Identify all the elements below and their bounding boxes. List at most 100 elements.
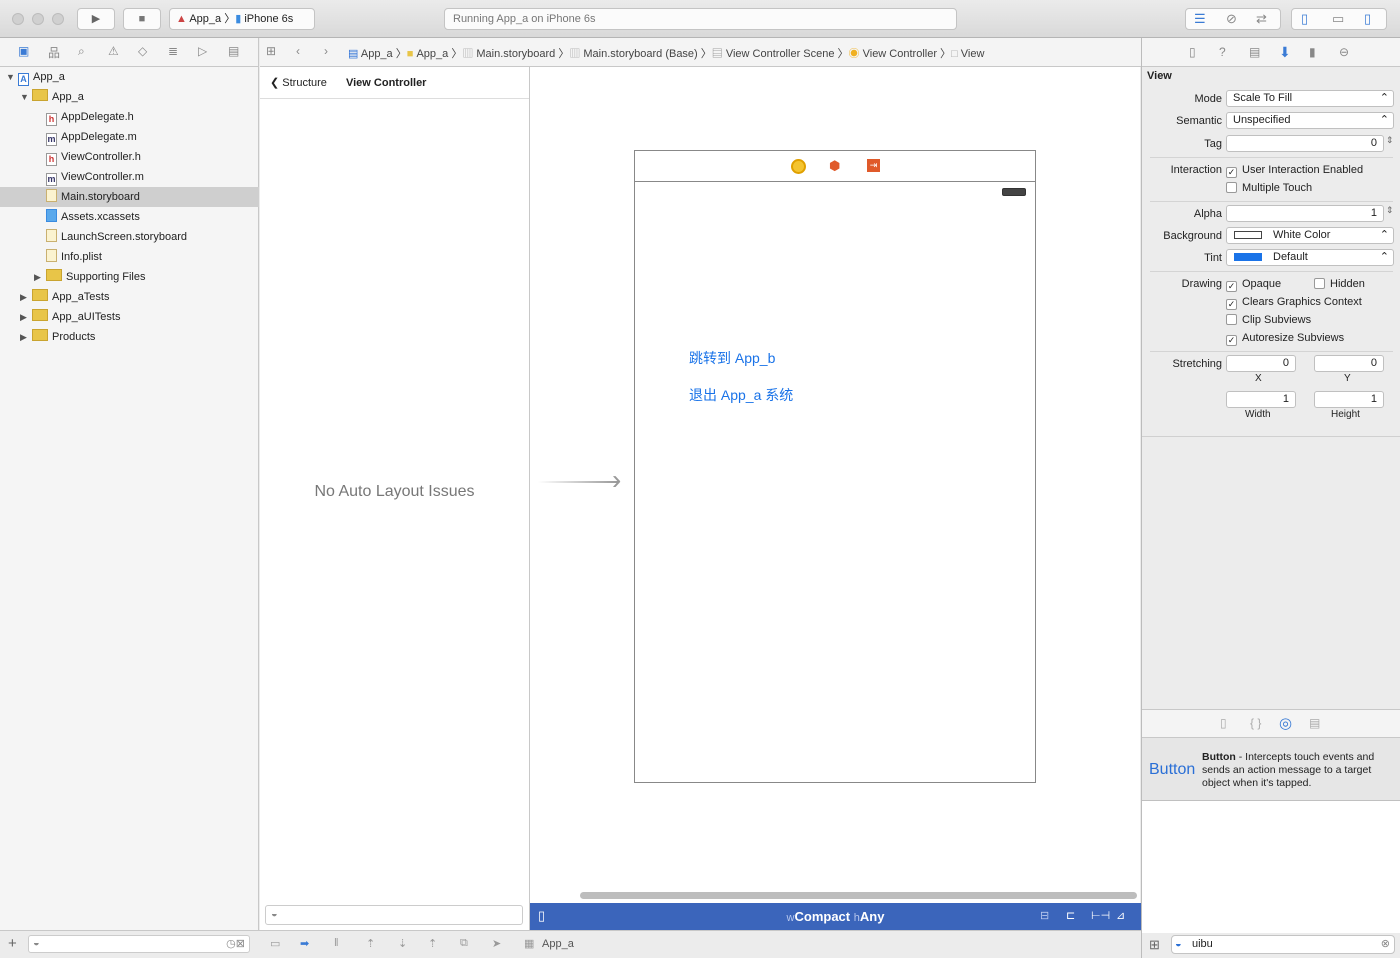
grid-view-icon[interactable]: ⊞ bbox=[1149, 937, 1160, 953]
exit-app-a-button[interactable]: 退出 App_a 系统 bbox=[689, 385, 793, 405]
stretch-x-field[interactable]: 0 bbox=[1226, 355, 1296, 372]
test-navigator-icon[interactable]: ◇ bbox=[138, 44, 147, 58]
project-navigator-icon[interactable]: ▣ bbox=[18, 44, 29, 58]
related-items-icon[interactable]: ⊞ bbox=[266, 44, 276, 58]
file-inspector-icon[interactable]: ▯ bbox=[1189, 45, 1196, 59]
code-snippet-icon[interactable]: { } bbox=[1250, 716, 1261, 730]
navigator-item[interactable]: ▶ Supporting Files bbox=[0, 267, 259, 287]
breakpoints-icon[interactable]: ➡ bbox=[300, 937, 309, 950]
crumb[interactable]: App_a bbox=[416, 48, 448, 60]
identity-inspector-icon[interactable]: ▤ bbox=[1249, 45, 1260, 59]
disclosure-closed-icon[interactable]: ▶ bbox=[34, 267, 46, 287]
disclosure-open-icon[interactable]: ▼ bbox=[6, 67, 18, 87]
tag-stepper[interactable]: ⇕ bbox=[1386, 135, 1394, 146]
quick-help-icon[interactable]: ? bbox=[1219, 45, 1226, 59]
editor-mode-group[interactable]: ☰ ⊘ ⇄ bbox=[1185, 8, 1281, 30]
first-responder-icon[interactable]: ⬢ bbox=[829, 158, 840, 174]
debug-area-toggle-icon[interactable]: ▭ bbox=[270, 937, 280, 950]
issue-navigator-icon[interactable]: ⚠ bbox=[108, 44, 119, 58]
align-icon[interactable]: ⊏ bbox=[1066, 909, 1075, 922]
tint-select[interactable]: Default ⌃ bbox=[1226, 249, 1394, 266]
stretch-height-field[interactable]: 1 bbox=[1314, 391, 1384, 408]
navigator-item[interactable]: Info.plist bbox=[0, 247, 259, 267]
panel-toggle-group[interactable]: ▯ ▭ ▯ bbox=[1291, 8, 1387, 30]
stack-icon[interactable]: ⊟ bbox=[1040, 909, 1049, 922]
navigator-item[interactable]: h ViewController.h bbox=[0, 147, 259, 167]
step-in-icon[interactable]: ⇣ bbox=[398, 937, 407, 950]
close-button[interactable] bbox=[12, 13, 24, 25]
navigator-item[interactable]: m AppDelegate.m bbox=[0, 127, 259, 147]
navigator-item[interactable]: ▶ Products bbox=[0, 327, 259, 347]
multiple-touch-checkbox[interactable]: Multiple Touch bbox=[1226, 182, 1312, 194]
library-item-button[interactable]: Button Button - Intercepts touch events … bbox=[1142, 738, 1400, 801]
attributes-inspector-icon[interactable]: ⬇ bbox=[1279, 44, 1291, 61]
back-icon[interactable]: ‹ bbox=[296, 44, 300, 58]
size-inspector-icon[interactable]: ▮ bbox=[1309, 45, 1316, 59]
media-library-icon[interactable]: ▤ bbox=[1309, 716, 1320, 730]
navigator-item[interactable]: LaunchScreen.storyboard bbox=[0, 227, 259, 247]
stretch-width-field[interactable]: 1 bbox=[1226, 391, 1296, 408]
debug-navigator-icon[interactable]: ≣ bbox=[168, 44, 178, 58]
minimize-button[interactable] bbox=[32, 13, 44, 25]
connections-inspector-icon[interactable]: ⊖ bbox=[1339, 45, 1349, 59]
navigator-item[interactable]: ▶ App_aUITests bbox=[0, 307, 259, 327]
view-debugger-icon[interactable]: ⧉ bbox=[460, 937, 468, 950]
clears-context-checkbox[interactable]: ✓ Clears Graphics Context bbox=[1226, 296, 1362, 310]
crumb[interactable]: Main.storyboard (Base) bbox=[583, 48, 697, 60]
navigator-item[interactable]: m ViewController.m bbox=[0, 167, 259, 187]
location-icon[interactable]: ➤ bbox=[492, 937, 501, 950]
resolve-issues-icon[interactable]: ⊿ bbox=[1116, 909, 1125, 922]
alpha-stepper[interactable]: ⇕ bbox=[1386, 205, 1394, 216]
crumb[interactable]: View Controller Scene bbox=[726, 48, 835, 60]
forward-icon[interactable]: › bbox=[324, 44, 328, 58]
tag-field[interactable]: 0 bbox=[1226, 135, 1384, 152]
run-button[interactable]: ▶ bbox=[77, 8, 115, 30]
stop-button[interactable]: ■ bbox=[123, 8, 161, 30]
view-controller-scene[interactable]: ⬢ ⇥ 跳转到 App_b 退出 App_a 系统 bbox=[634, 150, 1036, 783]
file-template-icon[interactable]: ▯ bbox=[1220, 716, 1227, 730]
breakpoint-navigator-icon[interactable]: ▷ bbox=[198, 44, 207, 58]
autoresize-checkbox[interactable]: ✓ Autoresize Subviews bbox=[1226, 332, 1344, 346]
view-controller-icon[interactable] bbox=[791, 159, 806, 174]
exit-icon[interactable]: ⇥ bbox=[867, 159, 880, 172]
background-select[interactable]: White Color ⌃ bbox=[1226, 227, 1394, 244]
library-search-input[interactable]: ◒ uibu ⊗ bbox=[1171, 935, 1395, 954]
clear-search-icon[interactable]: ⊗ bbox=[1381, 936, 1390, 953]
outline-filter-input[interactable]: ◒ bbox=[265, 905, 523, 925]
semantic-select[interactable]: Unspecified ⌃ bbox=[1226, 112, 1394, 129]
step-over-icon[interactable]: ⇡ bbox=[366, 937, 375, 950]
crumb[interactable]: App_a bbox=[361, 48, 393, 60]
symbol-navigator-icon[interactable]: 品 bbox=[48, 44, 60, 61]
pause-icon[interactable]: ‖ bbox=[334, 937, 339, 949]
alpha-field[interactable]: 1 bbox=[1226, 205, 1384, 222]
disclosure-closed-icon[interactable]: ▶ bbox=[20, 327, 32, 347]
navigator-item[interactable]: ▼ A App_a bbox=[0, 67, 259, 87]
structure-back-button[interactable]: ❮ Structure bbox=[270, 77, 327, 89]
zoom-button[interactable] bbox=[52, 13, 64, 25]
crumb[interactable]: View bbox=[961, 48, 985, 60]
pin-icon[interactable]: ⊢⊣ bbox=[1091, 909, 1110, 922]
scheme-selector[interactable]: ▲ App_a 〉▮ iPhone 6s bbox=[169, 8, 315, 30]
crumb[interactable]: View Controller bbox=[863, 48, 937, 60]
navigator-item[interactable]: ▶ App_aTests bbox=[0, 287, 259, 307]
hidden-checkbox[interactable]: Hidden bbox=[1314, 278, 1365, 290]
disclosure-closed-icon[interactable]: ▶ bbox=[20, 307, 32, 327]
disclosure-closed-icon[interactable]: ▶ bbox=[20, 287, 32, 307]
horizontal-scrollbar[interactable] bbox=[580, 892, 1137, 899]
stretch-y-field[interactable]: 0 bbox=[1314, 355, 1384, 372]
navigator-item[interactable]: Assets.xcassets bbox=[0, 207, 259, 227]
object-library-icon[interactable]: ◎ bbox=[1279, 714, 1292, 732]
user-interaction-checkbox[interactable]: ✓ User Interaction Enabled bbox=[1226, 164, 1363, 178]
storyboard-canvas[interactable]: › ⬢ ⇥ 跳转到 App_b 退出 App_a 系统 bbox=[530, 67, 1140, 903]
add-icon[interactable]: + bbox=[8, 935, 17, 952]
disclosure-open-icon[interactable]: ▼ bbox=[20, 87, 32, 107]
navigator-filter-input[interactable]: ◒ ◷⊠ bbox=[28, 935, 250, 953]
navigator-item[interactable]: h AppDelegate.h bbox=[0, 107, 259, 127]
find-navigator-icon[interactable]: ⌕ bbox=[78, 44, 85, 59]
mode-select[interactable]: Scale To Fill ⌃ bbox=[1226, 90, 1394, 107]
crumb[interactable]: Main.storyboard bbox=[476, 48, 555, 60]
size-class-selector[interactable]: wCompact hAny bbox=[530, 909, 1141, 924]
step-out-icon[interactable]: ⇡ bbox=[428, 937, 437, 950]
navigator-item[interactable]: ▼ App_a bbox=[0, 87, 259, 107]
jump-to-app-b-button[interactable]: 跳转到 App_b bbox=[689, 348, 775, 368]
